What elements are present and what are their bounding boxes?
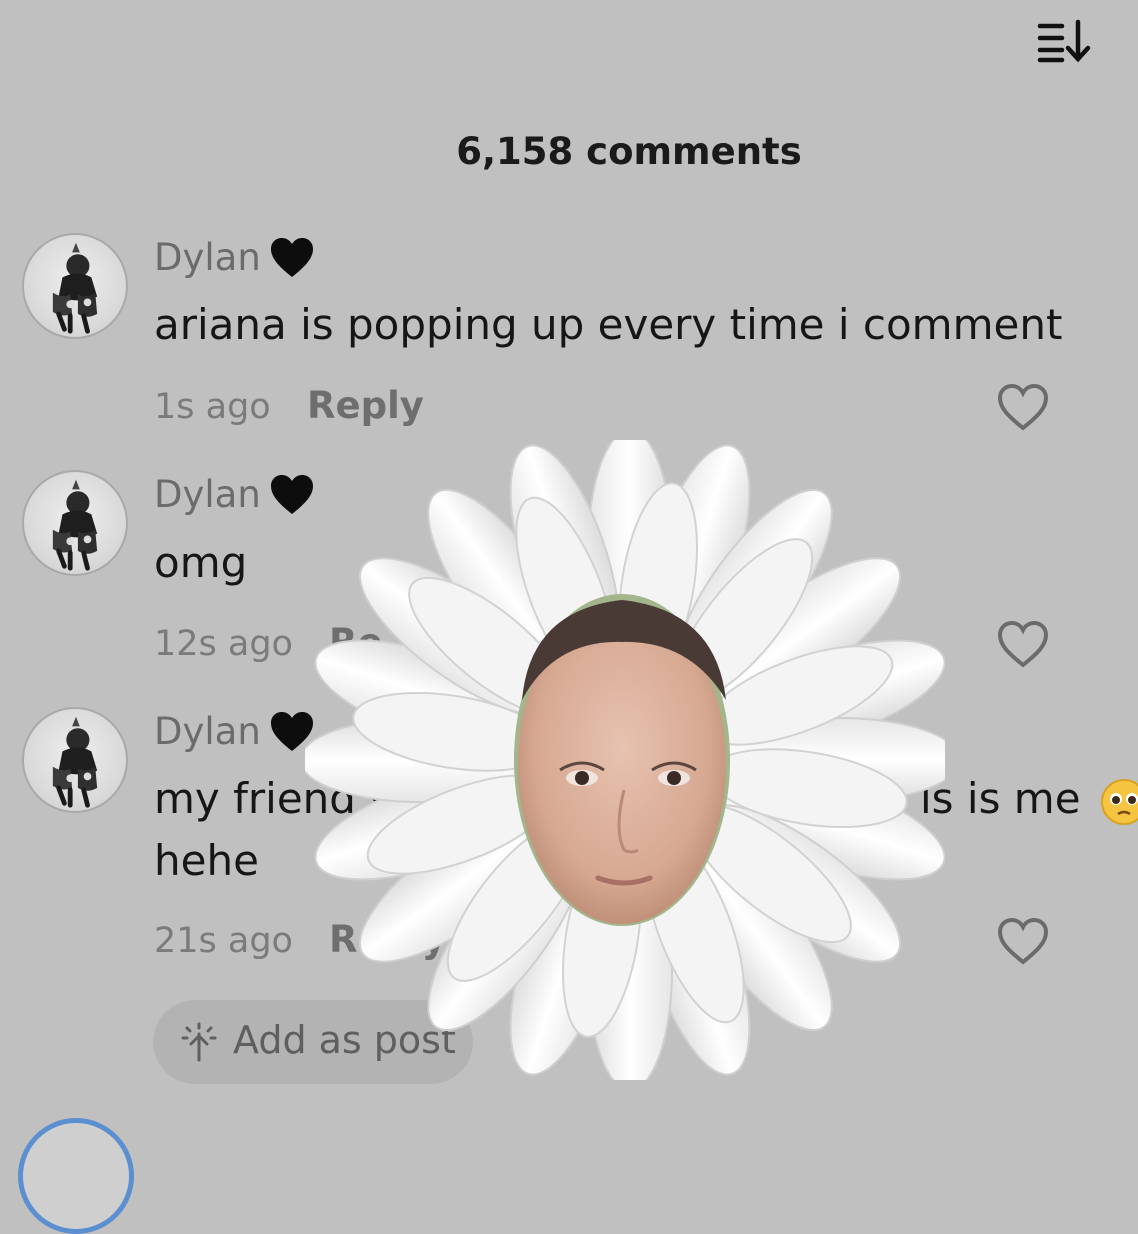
- comment-text-line2: hehe: [154, 836, 259, 885]
- avatar[interactable]: [22, 470, 128, 576]
- sparkle-arrow-icon: [181, 1022, 217, 1062]
- sort-button[interactable]: [1036, 18, 1094, 66]
- avatar[interactable]: [18, 1118, 134, 1234]
- avatar[interactable]: [22, 707, 128, 813]
- pleading-face-emoji-icon: [1101, 779, 1138, 825]
- avatar-figure-icon: [52, 242, 98, 334]
- comment-text: ariana is popping up every time i commen…: [154, 300, 1063, 349]
- daisy-face-sticker-icon: [305, 440, 945, 1080]
- comment-timestamp: 12s ago: [154, 624, 293, 664]
- comment-timestamp: 21s ago: [154, 921, 293, 961]
- avatar[interactable]: [22, 233, 128, 339]
- black-heart-emoji-icon: [271, 238, 313, 277]
- comment-username[interactable]: Dylan: [154, 473, 261, 516]
- comments-count-title: 6,158 comments: [456, 130, 802, 173]
- comment-text: omg: [154, 538, 248, 587]
- avatar-figure-icon: [52, 479, 98, 571]
- heart-outline-icon[interactable]: [996, 382, 1050, 432]
- sort-descending-icon: [1037, 19, 1091, 63]
- avatar-figure-icon: [52, 716, 98, 808]
- comment-username[interactable]: Dylan: [154, 710, 261, 753]
- comment-timestamp: 1s ago: [154, 387, 271, 427]
- heart-outline-icon[interactable]: [996, 916, 1050, 966]
- reply-button[interactable]: Reply: [307, 384, 424, 427]
- comment-username[interactable]: Dylan: [154, 236, 261, 279]
- heart-outline-icon[interactable]: [996, 619, 1050, 669]
